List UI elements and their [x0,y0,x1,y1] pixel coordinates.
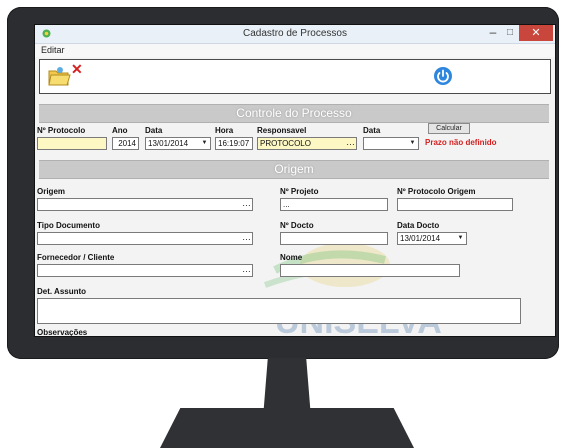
prazo-warning: Prazo não definido [425,138,497,147]
menu-bar: Editar [35,44,555,57]
data-value: 13/01/2014 [148,139,189,148]
window-title: Cadastro de Processos [243,28,347,39]
minimize-button[interactable]: – [484,26,502,41]
chevron-down-icon[interactable]: ▼ [456,234,465,243]
folder-open-icon[interactable] [47,65,71,87]
responsavel-field[interactable]: PROTOCOLO … [257,137,357,150]
ano-label: Ano [112,126,128,135]
ellipsis-button[interactable]: … [242,265,251,275]
maximize-button[interactable]: □ [501,27,519,41]
calcular-button[interactable]: Calcular [428,123,470,134]
tipo-documento-field[interactable]: … [37,232,253,245]
protocolo-field[interactable] [37,137,107,150]
title-bar: Cadastro de Processos – □ ✕ [35,25,555,44]
delete-x-icon[interactable]: ✕ [71,61,83,78]
protocolo-origem-field[interactable] [397,198,513,211]
data-docto-value: 13/01/2014 [400,234,441,243]
monitor-bezel: Cadastro de Processos – □ ✕ Editar ✕ Con… [7,7,559,359]
protocolo-origem-label: Nº Protocolo Origem [397,187,476,196]
docto-field[interactable] [280,232,388,245]
data2-label: Data [363,126,381,135]
origem-label: Origem [37,187,66,196]
section-controle: Controle do Processo [39,104,549,123]
nome-label: Nome [280,253,303,262]
responsavel-value: PROTOCOLO [260,139,311,148]
assunto-field[interactable] [37,298,521,324]
app-window: Cadastro de Processos – □ ✕ Editar ✕ Con… [34,24,556,337]
fornecedor-label: Fornecedor / Cliente [37,253,115,262]
chevron-down-icon[interactable]: ▼ [200,139,209,148]
data2-field[interactable]: ▼ [363,137,419,150]
data-docto-label: Data Docto [397,221,440,230]
nome-field[interactable] [280,264,460,277]
chevron-down-icon[interactable]: ▼ [408,139,417,148]
protocolo-label: Nº Protocolo [37,126,86,135]
origem-field[interactable]: … [37,198,253,211]
docto-label: Nº Docto [280,221,314,230]
data-field[interactable]: 13/01/2014 ▼ [145,137,211,150]
ellipsis-button[interactable]: … [242,233,251,243]
projeto-label: Nº Projeto [280,187,319,196]
close-button[interactable]: ✕ [519,25,553,41]
tipo-documento-label: Tipo Documento [37,221,100,230]
power-icon[interactable] [433,66,453,86]
toolbar: ✕ [39,59,551,94]
projeto-field[interactable]: ... [280,198,388,211]
assunto-label: Det. Assunto [37,287,87,296]
data-docto-field[interactable]: 13/01/2014 ▼ [397,232,467,245]
observacoes-label: Observações [37,328,88,337]
hora-label: Hora [215,126,234,135]
hora-field[interactable]: 16:19:07 [215,137,253,150]
menu-edit[interactable]: Editar [41,45,65,55]
responsavel-label: Responsavel [257,126,307,135]
section-origem: Origem [39,160,549,179]
ano-field[interactable]: 2014 [112,137,139,150]
fornecedor-field[interactable]: … [37,264,253,277]
data-label: Data [145,126,163,135]
ellipsis-button[interactable]: … [242,199,251,209]
monitor-stand-base [160,408,414,448]
ellipsis-button[interactable]: … [346,138,355,148]
